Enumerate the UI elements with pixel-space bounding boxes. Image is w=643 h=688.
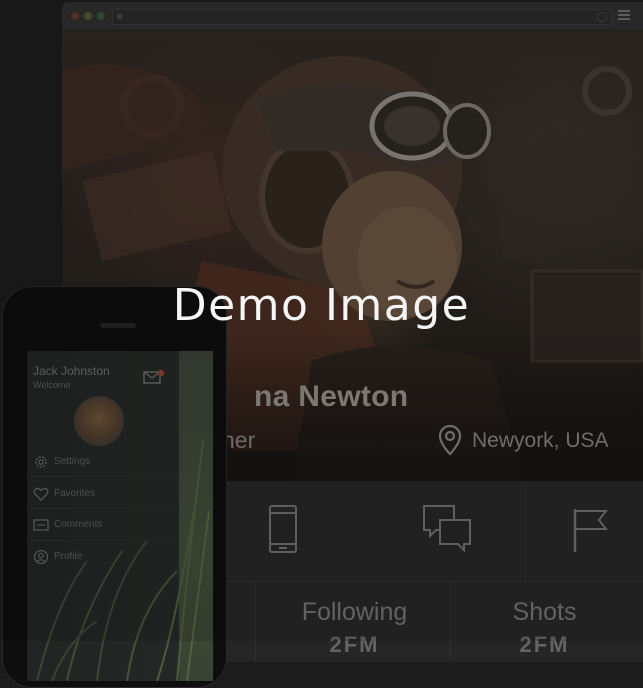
phone-mockup: Jack Johnston Welcome Settings Favorites… [2,286,227,688]
minimize-window-button[interactable] [84,12,92,20]
menu-item-favorites[interactable]: Favorites [33,484,173,504]
close-window-button[interactable] [71,12,79,20]
divider [27,540,177,541]
menu-item-label: Favorites [54,488,96,499]
profile-name: na Newton [254,380,409,413]
chat-bubbles-icon[interactable] [422,504,472,557]
stat-shots-label: Shots [512,598,577,626]
divider [27,508,177,509]
gear-icon [33,454,49,475]
reload-icon[interactable] [597,12,607,22]
avatar[interactable] [74,396,124,446]
menu-item-comments[interactable]: Comments [33,515,173,535]
hamburger-menu-icon[interactable] [618,10,630,20]
menu-welcome-text: Welcome [33,380,71,390]
heart-icon [33,486,49,507]
mail-icon[interactable] [143,369,165,390]
stat-following-value: 2FM [329,632,380,657]
lock-icon [117,14,122,19]
watermark-text: Demo Image [172,280,471,331]
address-bar[interactable] [112,9,612,25]
menu-item-label: Comments [54,519,103,530]
divider [27,476,177,477]
menu-item-profile[interactable]: Profile [33,547,173,567]
divider [450,581,451,661]
phone-screen: Jack Johnston Welcome Settings Favorites… [27,351,213,681]
divider [525,481,526,581]
smartphone-icon[interactable] [268,504,298,559]
stat-following-label: Following [301,598,408,626]
user-icon [33,549,49,570]
stat-shots-value: 2FM [519,632,570,657]
comment-icon [33,517,49,538]
browser-toolbar [62,2,643,31]
flag-icon[interactable] [572,507,609,558]
profile-location: Newyork, USA [472,429,609,452]
menu-item-label: Settings [54,456,91,467]
divider [255,581,256,661]
menu-item-label: Profile [54,551,83,562]
maximize-window-button[interactable] [97,12,105,20]
menu-user-name: Jack Johnston [33,364,110,378]
menu-item-settings[interactable]: Settings [33,452,173,472]
